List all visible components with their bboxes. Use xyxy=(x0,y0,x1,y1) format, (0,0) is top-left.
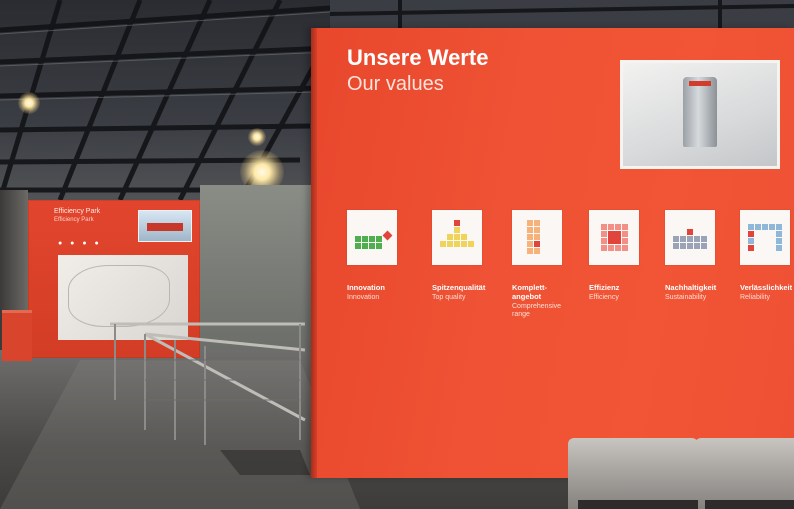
ceiling-light xyxy=(248,128,266,146)
ceiling-light xyxy=(18,92,40,114)
rear-panel-subtitle: Efficiency Park xyxy=(54,217,94,223)
value-label-de: Spitzenqualität xyxy=(432,283,486,292)
innovation-icon xyxy=(347,210,397,265)
value-label-de: Innovation xyxy=(347,283,385,292)
value-sustainability: Nachhaltigkeit Sustainability xyxy=(665,210,745,302)
value-label-de: Verlässlichkeit xyxy=(740,283,793,292)
chair-armrest xyxy=(705,500,794,509)
photo-scene: Efficiency Park Efficiency Park ● ● ● ● … xyxy=(0,0,794,509)
value-label-en: Efficiency xyxy=(589,294,619,301)
value-label-de: Komplett- angebot xyxy=(512,283,547,301)
value-label-en: Sustainability xyxy=(665,294,707,301)
stair-railing xyxy=(110,322,306,445)
value-reliability: Verlässlichkeit Reliability xyxy=(740,210,794,302)
panel-subtitle: Our values xyxy=(347,73,444,95)
values-exhibit-panel: Unsere Werte Our values Innovation Innov… xyxy=(311,28,794,478)
reliability-icon xyxy=(740,210,790,265)
value-comprehensive-range: Komplett- angebot Comprehensive range xyxy=(512,210,592,320)
lounge-chair xyxy=(568,438,698,509)
chair-armrest xyxy=(578,500,698,509)
value-label-en: Comprehensive range xyxy=(512,303,562,319)
value-efficiency: Effizienz Efficiency xyxy=(589,210,669,302)
value-label-en: Top quality xyxy=(432,294,466,301)
panel-monitor xyxy=(620,60,780,169)
value-label-de: Effizienz xyxy=(589,283,620,292)
panel-title: Unsere Werte xyxy=(347,45,489,70)
comprehensive-range-icon xyxy=(512,210,562,265)
efficiency-icon xyxy=(589,210,639,265)
value-label-de: Nachhaltigkeit xyxy=(665,283,717,292)
display-cabinet xyxy=(2,310,32,361)
value-label-en: Reliability xyxy=(740,294,770,301)
value-label-en: Innovation xyxy=(347,294,380,301)
sustainability-icon xyxy=(665,210,715,265)
value-innovation: Innovation Innovation xyxy=(347,210,427,302)
rear-panel-screen xyxy=(138,210,192,242)
top-quality-icon xyxy=(432,210,482,265)
rear-panel-icons: ● ● ● ● xyxy=(58,240,102,247)
value-top-quality: Spitzenqualität Top quality xyxy=(432,210,512,302)
values-row: Innovation Innovation Spitzenqualität To… xyxy=(347,210,792,360)
rear-panel-title: Efficiency Park xyxy=(54,208,101,215)
lounge-chair xyxy=(695,438,794,509)
coffee-machine-image xyxy=(683,77,717,147)
